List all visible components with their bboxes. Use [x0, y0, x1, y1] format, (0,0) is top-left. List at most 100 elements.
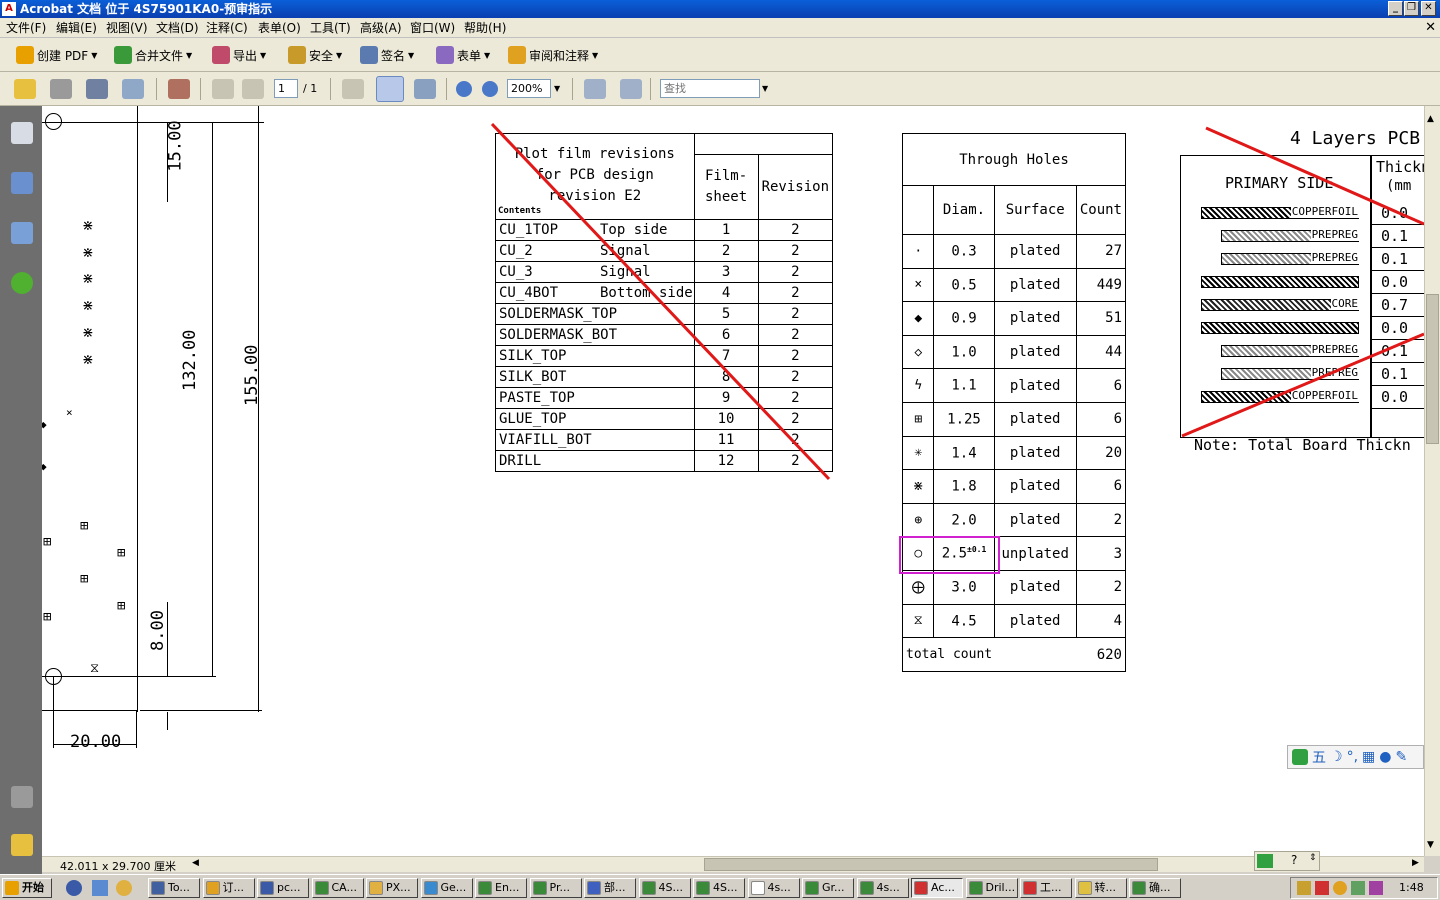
search-dropdown-icon[interactable]: ▼: [762, 84, 768, 93]
taskbar-task[interactable]: PX...: [366, 878, 418, 898]
taskbar-task[interactable]: pc...: [257, 878, 309, 898]
taskbar-task[interactable]: Ac...: [911, 878, 963, 898]
firefox-quicklaunch-icon[interactable]: [66, 880, 82, 896]
taskbar-task[interactable]: 确...: [1129, 878, 1181, 898]
zoom-dropdown-icon[interactable]: ▼: [554, 84, 560, 93]
hand-tool-icon[interactable]: [376, 76, 404, 102]
user-icon[interactable]: ●: [1379, 749, 1391, 765]
save-icon[interactable]: [86, 79, 108, 99]
tray-sync-icon[interactable]: [1351, 881, 1365, 895]
taskbar-task[interactable]: 订...: [202, 878, 255, 898]
print-icon[interactable]: [50, 79, 72, 99]
signatures-icon[interactable]: [11, 222, 33, 244]
scroll-left-icon[interactable]: ◀: [192, 858, 199, 868]
bookmarks-icon[interactable]: [11, 172, 33, 194]
menu-advanced[interactable]: 高级(A): [360, 20, 402, 36]
scroll-right-icon[interactable]: ▶: [1412, 858, 1419, 868]
taskbar-task[interactable]: 转...: [1074, 878, 1127, 898]
sogou-ime-icon[interactable]: [1292, 749, 1308, 765]
taskbar-task[interactable]: To...: [148, 878, 200, 898]
horizontal-scroll-thumb[interactable]: [704, 858, 1158, 871]
fit-page-icon[interactable]: [584, 79, 606, 99]
search-input[interactable]: [660, 79, 760, 98]
scroll-down-icon[interactable]: ▼: [1427, 840, 1434, 850]
half-width-icon[interactable]: ☽: [1330, 749, 1343, 765]
select-tool-icon[interactable]: [342, 79, 364, 99]
next-page-icon[interactable]: [242, 79, 264, 99]
zoom-tool-icon[interactable]: [414, 79, 436, 99]
tasks-toolbar: 创建 PDF ▼ 合并文件 ▼ 导出 ▼ 安全 ▼ 签名 ▼ 表单 ▼ 审阅和注释 ▼: [0, 38, 1440, 72]
acrobat-app-icon: A: [2, 2, 16, 16]
taskbar-task[interactable]: Dril...: [965, 878, 1018, 898]
menu-forms[interactable]: 表单(O): [258, 20, 301, 36]
system-tray: 1:48: [1290, 877, 1438, 899]
export-icon: [212, 46, 230, 64]
taskbar-task[interactable]: En...: [475, 878, 527, 898]
taskbar-task[interactable]: Gr...: [802, 878, 854, 898]
punctuation-icon[interactable]: °,: [1347, 749, 1358, 765]
menu-tools[interactable]: 工具(T): [310, 20, 351, 36]
tray-app-icon[interactable]: [1297, 881, 1311, 895]
full-screen-icon[interactable]: [620, 79, 642, 99]
zoom-out-icon[interactable]: [456, 81, 472, 97]
find-icon[interactable]: [168, 79, 190, 99]
combine-files-button[interactable]: 合并文件 ▼: [114, 43, 192, 67]
taskbar-task[interactable]: Pr...: [529, 878, 582, 898]
document-close-icon[interactable]: ✕: [1425, 20, 1436, 36]
page-number-input[interactable]: [274, 79, 298, 98]
forms-button[interactable]: 表单 ▼: [436, 43, 490, 67]
minimize-button[interactable]: _: [1388, 1, 1403, 16]
stepper-icon[interactable]: ⇕: [1309, 853, 1317, 863]
desktop-quicklaunch-icon[interactable]: [92, 880, 108, 896]
document-page: 15.00 132.00 155.00 8.00 20.00 ⋇ ⋇ ⋇ ⋇ ⋇ ⋇ × …: [42, 106, 1424, 856]
navigation-panel: [0, 106, 42, 874]
start-button[interactable]: 开始: [2, 878, 52, 898]
previous-page-icon[interactable]: [212, 79, 234, 99]
vertical-scroll-thumb[interactable]: [1426, 294, 1439, 444]
pages-icon[interactable]: [11, 122, 33, 144]
menu-edit[interactable]: 编辑(E): [56, 20, 97, 36]
keyboard-icon[interactable]: ▦: [1362, 749, 1375, 765]
vertical-scrollbar[interactable]: ▲ ▼: [1424, 106, 1440, 856]
tray-network-icon[interactable]: [1333, 881, 1347, 895]
taskbar-task[interactable]: 4S...: [693, 878, 745, 898]
close-button[interactable]: ✕: [1421, 1, 1436, 16]
help-question-icon[interactable]: ?: [1291, 853, 1297, 867]
open-folder-icon[interactable]: [14, 79, 36, 99]
zoom-in-icon[interactable]: [482, 81, 498, 97]
taskbar-task[interactable]: 部...: [584, 878, 636, 898]
menu-help[interactable]: 帮助(H): [464, 20, 506, 36]
view-toggle-group[interactable]: ? ⇕: [1254, 851, 1320, 871]
scroll-up-icon[interactable]: ▲: [1427, 114, 1434, 124]
review-comment-button[interactable]: 审阅和注释 ▼: [508, 43, 598, 67]
taskbar-task[interactable]: 4s...: [747, 878, 800, 898]
taskbar-task[interactable]: Ge...: [420, 878, 473, 898]
export-button[interactable]: 导出 ▼: [212, 43, 266, 67]
email-icon[interactable]: [122, 79, 144, 99]
taskbar-task[interactable]: CA...: [311, 878, 364, 898]
menu-window[interactable]: 窗口(W): [410, 20, 455, 36]
attachments-icon[interactable]: [11, 786, 33, 808]
sign-button[interactable]: 签名 ▼: [360, 43, 414, 67]
taskbar-task[interactable]: 工...: [1020, 878, 1072, 898]
form-icon: [436, 46, 454, 64]
ime-mode[interactable]: 五: [1312, 747, 1326, 767]
restore-button[interactable]: ❐: [1404, 1, 1419, 16]
layout-icon[interactable]: [1257, 854, 1273, 868]
taskbar-task[interactable]: 4S...: [638, 878, 691, 898]
zoom-input[interactable]: [507, 79, 551, 98]
menu-comments[interactable]: 注释(C): [206, 20, 248, 36]
settings-wrench-icon[interactable]: ✎: [1395, 749, 1407, 765]
tray-close-icon[interactable]: [1369, 881, 1383, 895]
security-button[interactable]: 安全 ▼: [288, 43, 342, 67]
ime-toolbar[interactable]: 五 ☽ °, ▦ ● ✎: [1287, 745, 1424, 769]
create-pdf-button[interactable]: 创建 PDF ▼: [16, 43, 97, 67]
taskbar-task[interactable]: 4s...: [856, 878, 909, 898]
menu-document[interactable]: 文档(D): [156, 20, 199, 36]
help-icon[interactable]: [11, 272, 33, 294]
comments-icon[interactable]: [11, 834, 33, 856]
tray-acrobat-icon[interactable]: [1315, 881, 1329, 895]
ie-quicklaunch-icon[interactable]: [116, 880, 132, 896]
menu-view[interactable]: 视图(V): [106, 20, 148, 36]
menu-file[interactable]: 文件(F): [6, 20, 46, 36]
